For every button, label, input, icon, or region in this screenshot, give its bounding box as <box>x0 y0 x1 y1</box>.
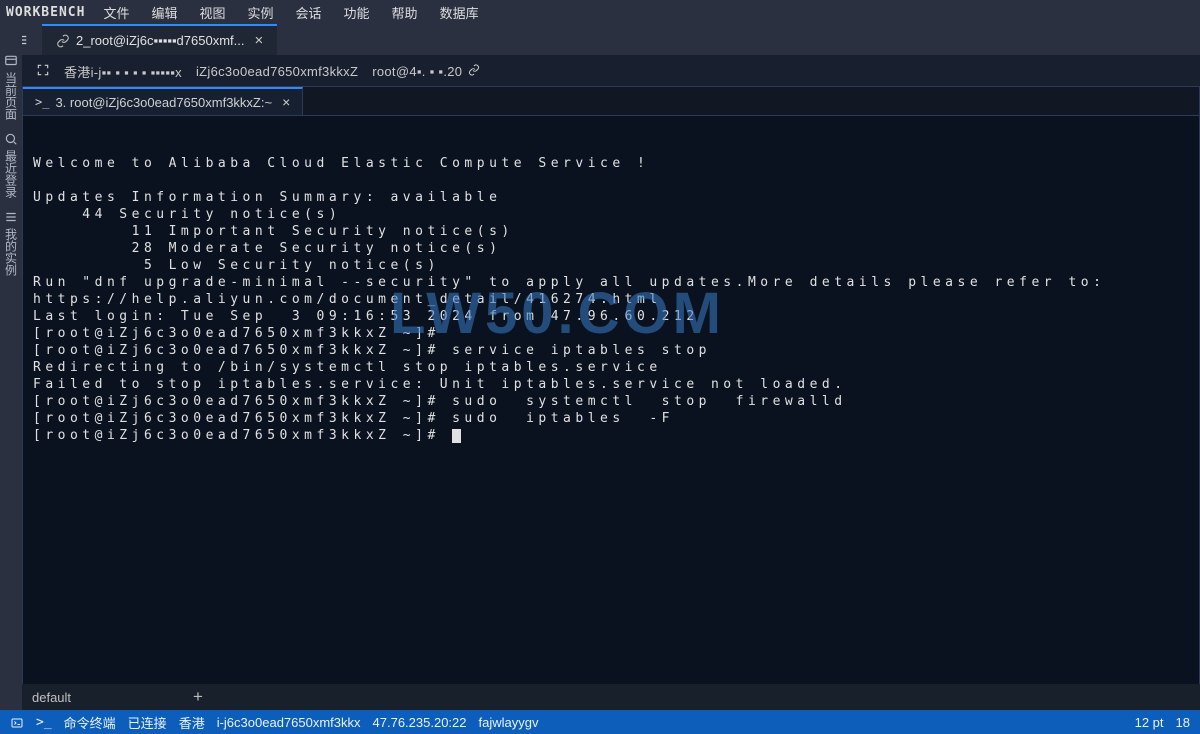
add-session-icon[interactable]: + <box>193 687 203 707</box>
terminal-cursor <box>452 429 461 443</box>
terminal-line: 5 Low Security notice(s) <box>33 258 440 273</box>
menu-session[interactable]: 会话 <box>296 3 322 22</box>
status-connected: 已连接 <box>128 713 167 732</box>
terminal-line: 28 Moderate Security notice(s) <box>33 241 501 256</box>
open-link-icon[interactable] <box>468 64 480 79</box>
side-recent-login-label: 最近登录 <box>3 150 20 198</box>
crumb-user-ip[interactable]: root@4▪. ▪ ▪.20 <box>372 64 480 79</box>
terminal-prompt-icon: >_ <box>35 95 49 109</box>
terminal-line: Welcome to Alibaba Cloud Elastic Compute… <box>33 156 649 171</box>
terminal-tab-label: 3. root@iZj6c3o0ead7650xmf3kkxZ:~ <box>55 95 272 110</box>
status-region: 香港 <box>179 713 205 732</box>
main-tab-active[interactable]: 2_root@iZj6c▪▪▪▪▪d7650xmf... × <box>42 24 277 55</box>
terminal-line: Run "dnf upgrade-minimal --security" to … <box>33 275 1105 290</box>
status-terminal-label: 命令终端 <box>64 713 116 732</box>
bottom-sessions-bar: default + <box>0 684 1200 710</box>
terminal-line: [root@iZj6c3o0ead7650xmf3kkxZ ~]# sudo i… <box>33 411 674 426</box>
terminal-line: 11 Important Security notice(s) <box>33 224 514 239</box>
terminal-line: [root@iZj6c3o0ead7650xmf3kkxZ ~]# <box>33 428 452 443</box>
session-default[interactable]: default <box>32 690 71 705</box>
terminal-tab-active[interactable]: >_ 3. root@iZj6c3o0ead7650xmf3kkxZ:~ × <box>23 87 303 115</box>
terminal-tab-close-icon[interactable]: × <box>282 94 290 110</box>
link-chain-icon <box>56 34 70 48</box>
terminal-line: Updates Information Summary: available <box>33 190 501 205</box>
menu-function[interactable]: 功能 <box>344 3 370 22</box>
main-tab-row: 2_root@iZj6c▪▪▪▪▪d7650xmf... × <box>0 24 1200 56</box>
app-brand: WORKBENCH <box>6 5 85 20</box>
status-font-size[interactable]: 12 pt <box>1135 715 1164 730</box>
terminal-tab-row: >_ 3. root@iZj6c3o0ead7650xmf3kkxZ:~ × <box>22 86 1200 116</box>
menu-help[interactable]: 帮助 <box>392 3 418 22</box>
status-instance: i-j6c3o0ead7650xmf3kkx <box>217 715 361 730</box>
status-hostname: fajwlayygv <box>479 715 539 730</box>
menu-database[interactable]: 数据库 <box>440 3 479 22</box>
menu-edit[interactable]: 编辑 <box>151 3 177 22</box>
crumb-region[interactable]: 香港i-j▪▪ ▪ ▪ ▪ ▪ ▪▪▪▪▪x <box>64 62 182 81</box>
terminal-line: [root@iZj6c3o0ead7650xmf3kkxZ ~]# <box>33 326 452 341</box>
side-recent-login[interactable]: 最近登录 <box>3 132 20 198</box>
breadcrumb: 香港i-j▪▪ ▪ ▪ ▪ ▪ ▪▪▪▪▪x iZj6c3o0ead7650xm… <box>22 56 1200 86</box>
side-my-instances[interactable]: 我的实例 <box>3 210 20 276</box>
status-ip-port: 47.76.235.20:22 <box>373 715 467 730</box>
fullscreen-icon[interactable] <box>36 63 50 80</box>
main-tab-close-icon[interactable]: × <box>254 32 263 49</box>
terminal-line: Last login: Tue Sep 3 09:16:53 2024 from… <box>33 309 699 324</box>
menu-view[interactable]: 视图 <box>199 3 225 22</box>
status-bar: >_ 命令终端 已连接 香港 i-j6c3o0ead7650xmf3kkx 47… <box>0 710 1200 734</box>
left-sidebar: 当前页面 最近登录 我的实例 <box>0 24 22 710</box>
terminal-line: 44 Security notice(s) <box>33 207 341 222</box>
terminal-line: [root@iZj6c3o0ead7650xmf3kkxZ ~]# servic… <box>33 343 711 358</box>
status-terminal-icon[interactable] <box>10 715 24 730</box>
status-prompt-icon: >_ <box>36 715 52 730</box>
terminal-line: Redirecting to /bin/systemctl stop iptab… <box>33 360 662 375</box>
main-tab-label: 2_root@iZj6c▪▪▪▪▪d7650xmf... <box>76 33 244 48</box>
menu-instance[interactable]: 实例 <box>248 3 274 22</box>
terminal-line: [root@iZj6c3o0ead7650xmf3kkxZ ~]# sudo s… <box>33 394 871 409</box>
status-tail-number: 18 <box>1176 715 1190 730</box>
menu-bar: WORKBENCH 文件 编辑 视图 实例 会话 功能 帮助 数据库 <box>0 0 1200 24</box>
terminal-body[interactable]: Welcome to Alibaba Cloud Elastic Compute… <box>22 116 1200 710</box>
terminal-line: https://help.aliyun.com/document_detail/… <box>33 292 662 307</box>
side-current-page-label: 当前页面 <box>3 72 20 120</box>
crumb-instance[interactable]: iZj6c3o0ead7650xmf3kkxZ <box>196 64 358 79</box>
side-current-page[interactable]: 当前页面 <box>3 54 20 120</box>
side-my-instances-label: 我的实例 <box>3 228 20 276</box>
menu-file[interactable]: 文件 <box>103 3 129 22</box>
terminal-line: Failed to stop iptables.service: Unit ip… <box>33 377 847 392</box>
